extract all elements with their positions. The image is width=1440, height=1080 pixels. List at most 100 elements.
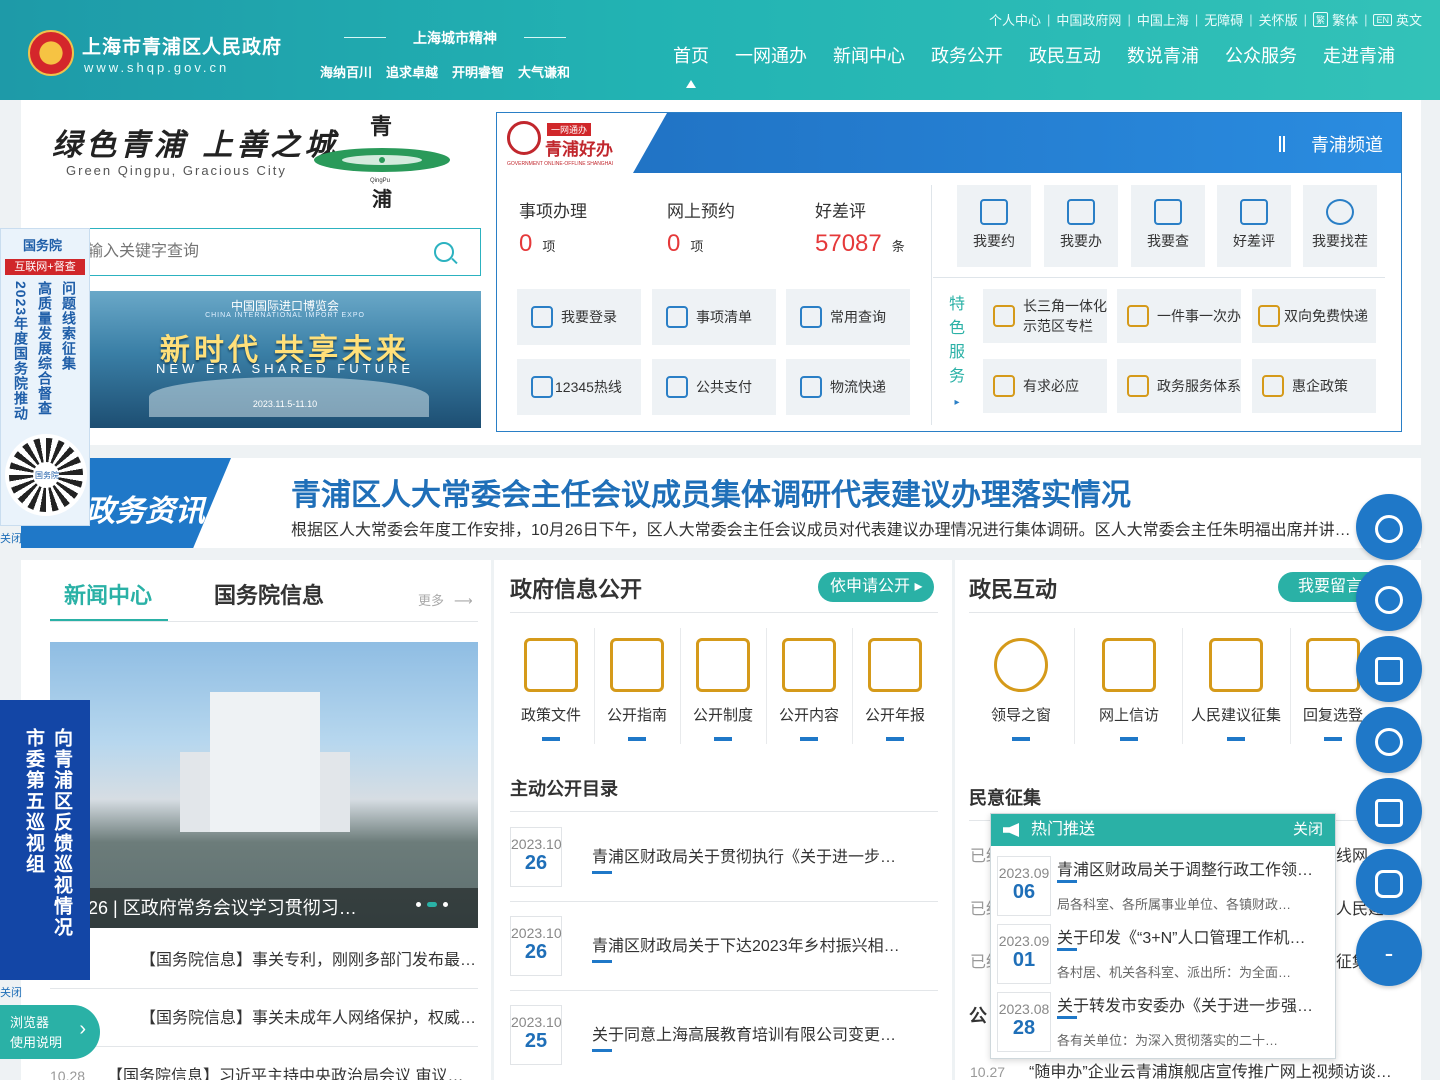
interact-icon-petition[interactable]: 网上信访 (1084, 626, 1174, 744)
spirit-word: 追求卓越 (386, 65, 439, 80)
divider (50, 1046, 478, 1047)
util-care-mode[interactable]: 关怀版 (1259, 10, 1298, 29)
hot-push-item[interactable]: 2023.08 28 关于转发市安委办《关于进一步强… 各有关单位：为深入贯彻落实… (997, 986, 1333, 1052)
directory-item[interactable]: 2023.10 26 青浦区财政局关于贯彻执行《关于进一步… (510, 827, 938, 889)
qingpu-channel-link[interactable]: 青浦频道 (1279, 131, 1383, 157)
public-item[interactable]: 10.27 “随申办”企业云青浦旗舰店宣传推广网上视频访谈… (970, 1058, 1392, 1080)
quick-query[interactable]: 我要查 (1131, 185, 1205, 267)
weibo-button[interactable] (1356, 707, 1422, 773)
util-accessibility[interactable]: 无障碍 (1204, 10, 1243, 29)
feat-enterprise-policy[interactable]: 惠企政策 (1252, 359, 1376, 413)
stat-appointments[interactable]: 网上预约 0项 (667, 197, 735, 258)
site-name[interactable]: 上海市青浦区人民政府 (82, 32, 282, 59)
nav-news[interactable]: 新闻中心 (833, 42, 905, 68)
svc-hotline[interactable]: 12345热线 (517, 359, 641, 415)
svc-payment[interactable]: 公共支付 (652, 359, 776, 415)
news-item[interactable]: 【国务院信息】事关专利，刚刚多部门发布最新… (50, 946, 478, 970)
search-input[interactable] (77, 229, 417, 275)
feat-yangtze-delta[interactable]: 长三角一体化示范区专栏 (983, 289, 1107, 343)
chevron-right-icon: › (79, 1018, 86, 1040)
inspection-close-button[interactable]: 关闭 (0, 984, 22, 1000)
wechat-button[interactable] (1356, 565, 1422, 631)
gov-icon-content[interactable]: 公开内容 (766, 626, 852, 744)
feat-service-system[interactable]: 政务服务体系 (1117, 359, 1241, 413)
collapse-button[interactable]: - (1356, 920, 1422, 986)
svc-matter-list[interactable]: 事项清单 (652, 289, 776, 345)
state-council-inspection-float[interactable]: 国务院 互联网+督查 2023年度国务院推动 高质量发展综合督查 问题线索征集 … (0, 228, 90, 526)
gov-icon-policy[interactable]: 政策文件 (508, 626, 594, 744)
news-title: 【国务院信息】事关未成年人网络保护，权威回应 (140, 1010, 478, 1027)
hot-push-close-button[interactable]: 关闭 (1293, 814, 1323, 846)
user-center-button[interactable] (1356, 494, 1422, 560)
util-personal-center[interactable]: 个人中心 (989, 10, 1041, 29)
gov-icon-annual[interactable]: 公开年报 (852, 626, 938, 744)
util-gov-cn[interactable]: 中国政府网 (1056, 10, 1121, 29)
util-shanghai[interactable]: 中国上海 (1137, 10, 1189, 29)
gov-icon-guide[interactable]: 公开指南 (594, 626, 680, 744)
headline-title[interactable]: 青浦区人大常委会主任会议成员集体调研代表建议办理落实情况 (291, 470, 1131, 514)
haoban-logo[interactable]: 一网通办 青浦好办 GOVERNMENT ONLINE-OFFLINE SHAN… (497, 113, 667, 173)
stat-reviews[interactable]: 好差评 57087 条 (815, 197, 905, 258)
nav-public-service[interactable]: 公众服务 (1225, 42, 1297, 68)
apply-disclosure-button[interactable]: 依申请公开 ▸ (818, 572, 935, 602)
svc-login[interactable]: 我要登录 (517, 289, 641, 345)
nav-about[interactable]: 走进青浦 (1323, 42, 1395, 68)
arrow-right-icon: ▸ (954, 397, 960, 408)
carousel-dot[interactable] (427, 902, 437, 907)
opinion-title: 民意征集 (969, 788, 1041, 808)
float-tag: 互联网+督查 (5, 259, 85, 275)
quick-find-fault[interactable]: 我要找茬 (1303, 185, 1377, 267)
svc-common-query[interactable]: 常用查询 (786, 289, 910, 345)
gov-icon-system[interactable]: 公开制度 (680, 626, 766, 744)
app-button[interactable] (1356, 636, 1422, 702)
svc-logistics[interactable]: 物流快递 (786, 359, 910, 415)
nav-home[interactable]: 首页 (673, 42, 709, 88)
cube-button[interactable] (1356, 778, 1422, 844)
chat-bubble-icon (1306, 638, 1360, 692)
feat-one-thing[interactable]: 一件事一次办 (1117, 289, 1241, 343)
directory-title: 主动公开目录 (510, 779, 618, 799)
interact-icon-suggestion[interactable]: 人民建议征集 (1188, 626, 1284, 744)
nav-data[interactable]: 数说青浦 (1127, 42, 1199, 68)
interaction-title: 政民互动 (969, 577, 1058, 602)
nav-interaction[interactable]: 政民互动 (1029, 42, 1101, 68)
float-col2: 高质量发展综合督查 (37, 281, 53, 416)
divider (931, 185, 932, 425)
more-link[interactable]: 更多 (418, 590, 473, 609)
interact-icon-leaders[interactable]: 领导之窗 (976, 626, 1066, 744)
carousel-dot[interactable] (416, 902, 421, 907)
hot-push-item[interactable]: 2023.09 01 关于印发《“3+N”人口管理工作机… 各村居、机关各科室、派… (997, 918, 1333, 984)
feat-label: 政务服务体系 (1157, 378, 1241, 394)
news-item[interactable]: 【国务院信息】事关未成年人网络保护，权威回应 (50, 1004, 478, 1028)
tab-state-council[interactable]: 国务院信息 (214, 578, 324, 610)
quick-appointment[interactable]: 我要约 (957, 185, 1031, 267)
gov-icon-label: 公开内容 (778, 707, 839, 724)
item-date: 10.27 (970, 1064, 1006, 1080)
feat-respond[interactable]: 有求必应 (983, 359, 1107, 413)
stat-matters[interactable]: 事项办理 0项 (519, 197, 587, 258)
inspection-feedback-float[interactable]: 向青浦区反馈巡视情况 市委第五巡视组 (0, 700, 90, 980)
headline-summary[interactable]: 根据区人大常委会年度工作安排，10月26日下午，区人大常委会主任会议成员对代表建… (291, 516, 1353, 540)
inspection-col2: 市委第五巡视组 (23, 728, 44, 875)
util-traditional[interactable]: 繁体 (1332, 10, 1358, 29)
hot-push-item[interactable]: 2023.09 06 青浦区财政局关于调整行政工作领… 局各科室、各所属事业单位、… (997, 850, 1333, 916)
search-icon[interactable] (434, 242, 454, 262)
nav-gov-affairs[interactable]: 政务公开 (931, 42, 1003, 68)
float-close-button[interactable]: 关闭 (0, 530, 22, 546)
news-photo[interactable]: 26 | 区政府常务会议学习贯彻习… (50, 642, 478, 928)
robot-button[interactable] (1356, 849, 1422, 915)
tab-news-center[interactable]: 新闻中心 (64, 578, 152, 610)
feat-free-delivery[interactable]: 双向免费快递 (1252, 289, 1376, 343)
directory-item[interactable]: 2023.10 26 青浦区财政局关于下达2023年乡村振兴相… (510, 916, 938, 978)
news-item[interactable]: 10.28 【国务院信息】习近平主持中央政治局会议 审议… (50, 1062, 478, 1080)
directory-item[interactable]: 2023.10 25 关于同意上海高展教育培训有限公司变更… (510, 1005, 938, 1067)
nav-one-network[interactable]: 一网通办 (735, 42, 807, 68)
quick-review[interactable]: 好差评 (1217, 185, 1291, 267)
megaphone-icon (1003, 823, 1019, 837)
expo-banner[interactable]: 中国国际进口博览会 CHINA INTERNATIONAL IMPORT EXP… (89, 291, 481, 428)
carousel-dot[interactable] (443, 902, 448, 907)
util-english[interactable]: 英文 (1396, 10, 1422, 29)
date-day: 28 (1012, 1017, 1036, 1039)
browser-guide-button[interactable]: 浏览器 使用说明 › (0, 1005, 100, 1059)
quick-handle[interactable]: 我要办 (1044, 185, 1118, 267)
